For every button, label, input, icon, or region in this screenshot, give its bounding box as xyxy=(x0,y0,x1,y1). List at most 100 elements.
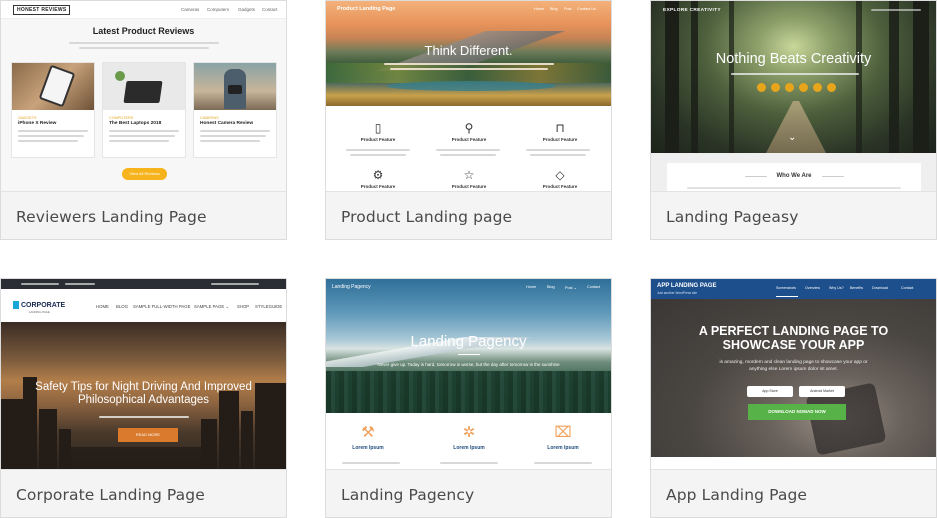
preview-heading: A PERFECT LANDING PAGE TO SHOWCASE YOUR … xyxy=(698,324,889,352)
preview-view-all-button: View All Reviews xyxy=(122,168,167,180)
star-icon: ☆ xyxy=(463,168,475,182)
chart-icon: ⌧ xyxy=(554,424,572,441)
theme-card-title[interactable]: App Landing Page xyxy=(651,469,936,517)
pinterest-icon xyxy=(813,83,822,92)
preview-feature: ✲ Lorem Ipsum xyxy=(439,424,499,451)
preview-menu-item: Home xyxy=(526,285,537,289)
instagram-icon xyxy=(827,83,836,92)
preview-menu-item: Overview xyxy=(805,286,820,290)
theme-card-product[interactable]: Product Landing Page Home Blog Post Cont… xyxy=(325,0,612,240)
twitter-icon xyxy=(757,83,766,92)
google-plus-icon xyxy=(785,83,794,92)
preview-menu-item: Download xyxy=(872,286,888,290)
facebook-icon xyxy=(771,83,780,92)
preview-heading: Landing Pagency xyxy=(410,333,527,350)
preview-menu-item: Gadgets xyxy=(238,7,256,12)
preview-menu-item: Contact xyxy=(262,7,278,12)
preview-feature: ▯ Product Feature xyxy=(338,122,418,142)
preview-subheading: Never give up. Today is hard, tomorrow i… xyxy=(377,362,560,367)
theme-preview-corporate[interactable]: CORPORATE LANDING PAGE HOME BLOG SAMPLE … xyxy=(1,279,286,469)
theme-card-title[interactable]: Product Landing page xyxy=(326,191,611,239)
preview-menu-item: Computers xyxy=(207,7,230,12)
theme-card-pagency[interactable]: Landing Pagency Home Blog Post ⌄ Contact… xyxy=(325,278,612,518)
search-icon: ⚲ xyxy=(464,121,474,135)
preview-feature: ⌧ Lorem Ipsum xyxy=(533,424,593,451)
preview-review-post: GADGETS iPhone X Review xyxy=(11,62,95,158)
preview-feature: ◇ Product Feature xyxy=(520,169,600,189)
preview-menu-item: Blog xyxy=(550,7,558,11)
preview-logo-sub: LANDING PAGE xyxy=(29,310,50,314)
preview-post-title: The Best Laptops 2018 xyxy=(109,121,162,126)
diamond-icon: ◇ xyxy=(555,168,565,182)
theme-card-reviewers[interactable]: HONEST REVIEWS Cameras Computers Gadgets… xyxy=(0,0,287,240)
preview-menu-item: Contact xyxy=(587,285,601,289)
preview-feature: ⚙ Product Feature xyxy=(338,169,418,189)
preview-feature: ☆ Product Feature xyxy=(429,169,509,189)
preview-text-line xyxy=(79,47,209,49)
bookmark-icon: ⊓ xyxy=(555,121,565,135)
theme-card-corporate[interactable]: CORPORATE LANDING PAGE HOME BLOG SAMPLE … xyxy=(0,278,287,518)
preview-hero-image xyxy=(651,1,936,153)
preview-review-post: CAMERAS Honest Camera Review xyxy=(193,62,277,158)
preview-post-image xyxy=(103,63,185,110)
preview-navbar: HONEST REVIEWS Cameras Computers Gadgets… xyxy=(1,1,286,19)
preview-post-title: iPhone X Review xyxy=(18,121,57,126)
gear-icon: ⚙ xyxy=(372,168,384,182)
preview-review-post: COMPUTERS The Best Laptops 2018 xyxy=(102,62,186,158)
preview-heading: Safety Tips for Night Driving And Improv… xyxy=(35,381,252,406)
preview-menu-item: SAMPLE FULL-WIDTH PAGE xyxy=(133,304,191,309)
preview-brand: Landing Pagency xyxy=(332,284,371,290)
preview-post-image xyxy=(194,63,276,110)
preview-brand: Product Landing Page xyxy=(337,6,396,12)
preview-menu-item: Benefits xyxy=(850,286,863,290)
theme-preview-pagency[interactable]: Landing Pagency Home Blog Post ⌄ Contact… xyxy=(326,279,611,469)
theme-card-title[interactable]: Reviewers Landing Page xyxy=(1,191,286,239)
preview-post-category: GADGETS xyxy=(18,116,37,120)
preview-menu-item: Post xyxy=(564,7,572,11)
theme-card-title[interactable]: Landing Pagency xyxy=(326,469,611,517)
gear-icon: ✲ xyxy=(462,424,476,441)
theme-preview-pageasy[interactable]: EXPLORE CREATIVITY Nothing Beats Creativ… xyxy=(651,1,936,191)
phone-icon: ▯ xyxy=(374,121,382,135)
preview-menu-item: STYLEGUIDE xyxy=(255,304,283,309)
preview-heading: Latest Product Reviews xyxy=(92,26,195,36)
preview-post-category: CAMERAS xyxy=(200,116,219,120)
preview-feature: ⚒ Lorem Ipsum xyxy=(338,424,398,451)
preview-post-image xyxy=(12,63,94,110)
preview-logo: HONEST REVIEWS xyxy=(13,5,71,15)
preview-menu-item: Screenshots xyxy=(776,286,796,290)
theme-preview-product[interactable]: Product Landing Page Home Blog Post Cont… xyxy=(326,1,611,191)
preview-subheading: is amazing, mordern and clean landing pa… xyxy=(719,360,868,372)
preview-menu-item: HOME xyxy=(96,304,109,309)
preview-logo: CORPORATE xyxy=(21,302,66,309)
chevron-down-icon: ⌄ xyxy=(788,132,797,143)
theme-card-title[interactable]: Corporate Landing Page xyxy=(1,469,286,517)
paint-roller-icon: ⚒ xyxy=(361,424,375,441)
preview-menu-item: Home xyxy=(534,7,545,11)
preview-menu-item: Contact Us xyxy=(577,7,596,11)
preview-navbar: APP LANDING PAGE Just another WordPress … xyxy=(651,279,936,299)
preview-topbar xyxy=(1,279,286,289)
preview-menu-item: BLOG xyxy=(116,304,128,309)
theme-card-app[interactable]: APP LANDING PAGE Just another WordPress … xyxy=(650,278,937,518)
preview-text-line xyxy=(69,42,219,44)
theme-card-title[interactable]: Landing Pageasy xyxy=(651,191,936,239)
preview-heading: Think Different. xyxy=(424,43,513,58)
theme-preview-app[interactable]: APP LANDING PAGE Just another WordPress … xyxy=(651,279,936,469)
theme-preview-reviewers[interactable]: HONEST REVIEWS Cameras Computers Gadgets… xyxy=(1,1,286,191)
theme-card-pageasy[interactable]: EXPLORE CREATIVITY Nothing Beats Creativ… xyxy=(650,0,937,240)
preview-hero-image xyxy=(651,299,936,457)
preview-divider xyxy=(458,354,480,355)
preview-menu-item: Contact xyxy=(901,286,914,290)
preview-menu-item: SAMPLE PAGE ⌄ xyxy=(194,304,230,309)
preview-feature: ⊓ Product Feature xyxy=(520,122,600,142)
preview-menu-item: Cameras xyxy=(181,7,200,12)
preview-brand: EXPLORE CREATIVITY xyxy=(663,8,721,13)
preview-menu-item: Post ⌄ xyxy=(565,286,577,290)
preview-read-more-button: READ MORE xyxy=(118,428,178,442)
android-market-badge: Android Market xyxy=(799,386,845,397)
preview-section: Who We Are xyxy=(667,163,921,191)
preview-menu-item: SHOP xyxy=(237,304,250,309)
logo-icon xyxy=(13,301,19,309)
preview-feature: ⚲ Product Feature xyxy=(429,122,509,142)
